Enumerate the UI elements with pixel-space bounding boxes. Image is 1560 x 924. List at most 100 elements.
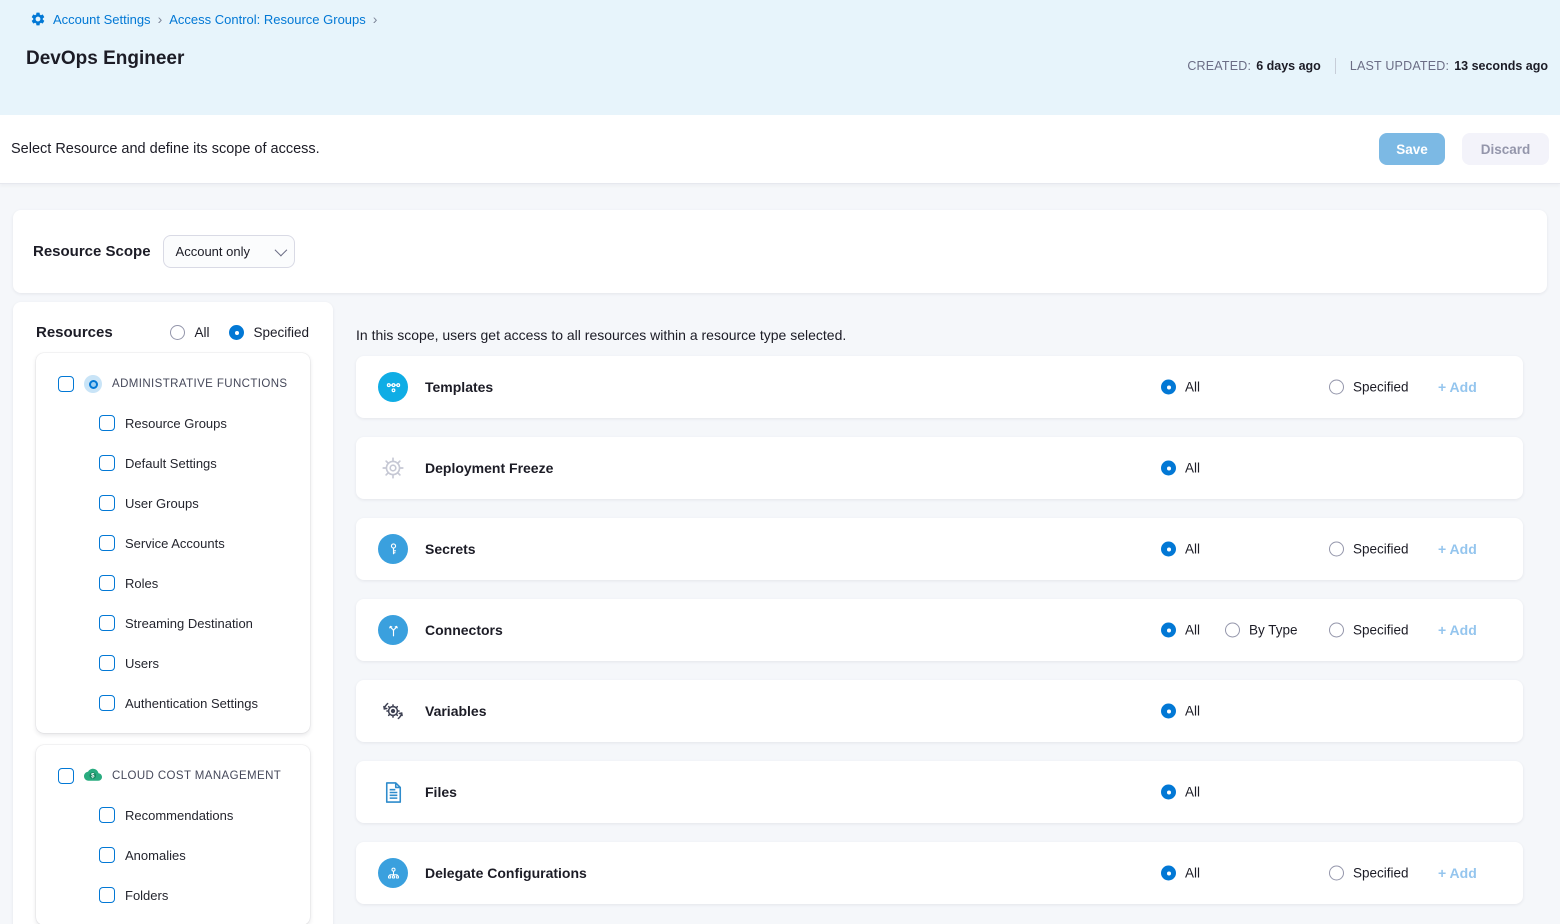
- radio-option-label: All: [1185, 623, 1200, 638]
- content-area: Resource Scope Account only Resources Al…: [0, 184, 1560, 924]
- radio-option-all[interactable]: All: [170, 325, 209, 340]
- item-checkbox[interactable]: [99, 847, 115, 863]
- breadcrumb-account-settings[interactable]: Account Settings: [53, 12, 151, 27]
- list-item-users[interactable]: Users: [36, 643, 310, 683]
- radio-option-all[interactable]: All: [1161, 380, 1200, 395]
- item-checkbox[interactable]: [99, 575, 115, 591]
- page-header: Account Settings Access Control: Resourc…: [0, 0, 1560, 115]
- row-options: All Specified + Add: [356, 518, 1523, 580]
- radio-option-label: Specified: [1353, 866, 1409, 881]
- radio-option-label: All: [1185, 866, 1200, 881]
- item-checkbox[interactable]: [99, 807, 115, 823]
- row-options: All Specified + Add: [356, 842, 1523, 904]
- breadcrumb-separator: [373, 11, 378, 27]
- gear-icon: [30, 11, 46, 27]
- radio-icon: [1161, 380, 1176, 395]
- radio-option-by-type[interactable]: By Type: [1225, 623, 1298, 638]
- resource-group-header[interactable]: $ CLOUD COST MANAGEMENT: [36, 761, 310, 795]
- item-checkbox[interactable]: [99, 455, 115, 471]
- list-item-streaming-destination[interactable]: Streaming Destination: [36, 603, 310, 643]
- list-item-authentication-settings[interactable]: Authentication Settings: [36, 683, 310, 723]
- radio-option-all[interactable]: All: [1161, 461, 1200, 476]
- resources-panel: Resources All Specified ADMINISTRATIVE F…: [13, 302, 333, 924]
- list-item-recommendations[interactable]: Recommendations: [36, 795, 310, 835]
- group-item-label: Default Settings: [125, 456, 217, 471]
- radio-option-specified[interactable]: Specified: [1329, 380, 1409, 395]
- save-button[interactable]: Save: [1379, 133, 1445, 165]
- radio-icon: [1161, 461, 1176, 476]
- radio-option-specified[interactable]: Specified: [1329, 623, 1409, 638]
- resource-scope-select[interactable]: Account only: [163, 235, 295, 268]
- add-button[interactable]: + Add: [1438, 379, 1477, 395]
- radio-option-label: All: [1185, 461, 1200, 476]
- resource-types-area: In this scope, users get access to all r…: [356, 302, 1523, 923]
- header-meta: CREATED: 6 days ago LAST UPDATED: 13 sec…: [1187, 58, 1548, 74]
- group-item-label: Folders: [125, 888, 168, 903]
- item-checkbox[interactable]: [99, 887, 115, 903]
- group-item-label: Users: [125, 656, 159, 671]
- group-checkbox[interactable]: [58, 376, 74, 392]
- item-checkbox[interactable]: [99, 495, 115, 511]
- group-checkbox[interactable]: [58, 768, 74, 784]
- list-item-folders[interactable]: Folders: [36, 875, 310, 915]
- group-item-label: Authentication Settings: [125, 696, 258, 711]
- radio-option-specified[interactable]: Specified: [229, 325, 309, 340]
- resource-type-row-connectors: Connectors All By Type Specified + Add: [356, 599, 1523, 661]
- list-item-anomalies[interactable]: Anomalies: [36, 835, 310, 875]
- toolbar-actions: Save Discard: [1379, 133, 1549, 165]
- list-item-user-groups[interactable]: User Groups: [36, 483, 310, 523]
- radio-option-all[interactable]: All: [1161, 785, 1200, 800]
- resource-type-row-deployment-freeze: Deployment Freeze All: [356, 437, 1523, 499]
- item-checkbox[interactable]: [99, 615, 115, 631]
- list-item-default-settings[interactable]: Default Settings: [36, 443, 310, 483]
- radio-option-all[interactable]: All: [1161, 866, 1200, 881]
- breadcrumb-access-control[interactable]: Access Control: Resource Groups: [169, 12, 366, 27]
- radio-option-label: Specified: [1353, 623, 1409, 638]
- group-item-label: Roles: [125, 576, 158, 591]
- radio-option-all[interactable]: All: [1161, 704, 1200, 719]
- discard-button[interactable]: Discard: [1462, 133, 1549, 165]
- resources-mode-options: All Specified: [170, 325, 309, 340]
- list-item-resource-groups[interactable]: Resource Groups: [36, 403, 310, 443]
- radio-icon: [170, 325, 185, 340]
- group-item-label: User Groups: [125, 496, 199, 511]
- resource-group-card: $ CLOUD COST MANAGEMENT Recommendations …: [36, 745, 310, 924]
- group-items: Recommendations Anomalies Folders: [36, 795, 310, 915]
- radio-icon: [1329, 380, 1344, 395]
- radio-option-specified[interactable]: Specified: [1329, 542, 1409, 557]
- radio-option-specified[interactable]: Specified: [1329, 866, 1409, 881]
- item-checkbox[interactable]: [99, 415, 115, 431]
- cloud-cost-icon: $: [84, 767, 102, 785]
- radio-icon: [1161, 866, 1176, 881]
- add-button[interactable]: + Add: [1438, 622, 1477, 638]
- breadcrumb: Account Settings Access Control: Resourc…: [12, 11, 1548, 27]
- add-button[interactable]: + Add: [1438, 541, 1477, 557]
- radio-option-all[interactable]: All: [1161, 623, 1200, 638]
- row-options: All: [356, 437, 1523, 499]
- list-item-roles[interactable]: Roles: [36, 563, 310, 603]
- scope-hint-text: In this scope, users get access to all r…: [356, 327, 1523, 343]
- radio-icon: [1329, 866, 1344, 881]
- item-checkbox[interactable]: [99, 655, 115, 671]
- row-options: All Specified + Add: [356, 356, 1523, 418]
- radio-option-all[interactable]: All: [1161, 542, 1200, 557]
- last-updated-value: 13 seconds ago: [1454, 59, 1548, 73]
- row-options: All By Type Specified + Add: [356, 599, 1523, 661]
- resource-scope-label: Resource Scope: [33, 243, 151, 260]
- radio-icon: [1329, 623, 1344, 638]
- radio-option-label: Specified: [1353, 542, 1409, 557]
- resource-type-row-delegate-configurations: Delegate Configurations All Specified + …: [356, 842, 1523, 904]
- item-checkbox[interactable]: [99, 695, 115, 711]
- item-checkbox[interactable]: [99, 535, 115, 551]
- radio-option-label: All: [194, 325, 209, 340]
- radio-option-label: All: [1185, 542, 1200, 557]
- breadcrumb-separator: [158, 11, 163, 27]
- group-item-label: Service Accounts: [125, 536, 225, 551]
- radio-icon: [1225, 623, 1240, 638]
- resources-title: Resources: [36, 324, 113, 341]
- resource-type-row-templates: Templates All Specified + Add: [356, 356, 1523, 418]
- resource-group-header[interactable]: ADMINISTRATIVE FUNCTIONS: [36, 369, 310, 403]
- group-item-label: Resource Groups: [125, 416, 227, 431]
- add-button[interactable]: + Add: [1438, 865, 1477, 881]
- list-item-service-accounts[interactable]: Service Accounts: [36, 523, 310, 563]
